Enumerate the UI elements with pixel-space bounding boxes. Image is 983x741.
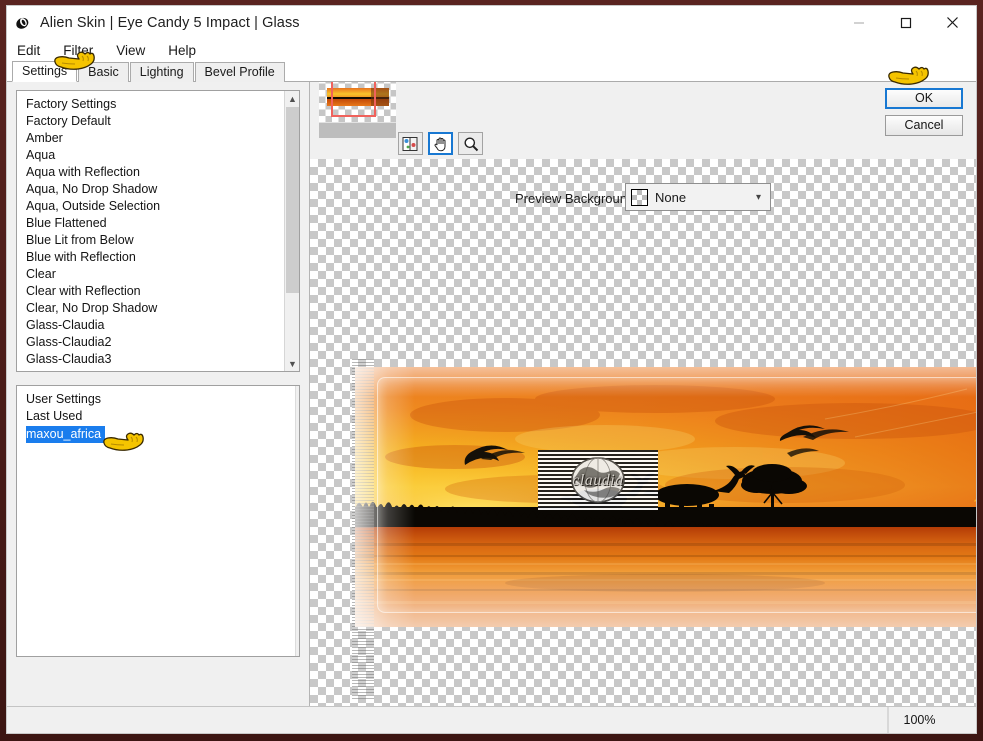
checkerboard-swatch-icon <box>631 188 648 206</box>
user-settings-list: User Settings Last Used maxou_africa <box>17 386 291 656</box>
window-controls <box>835 6 976 39</box>
preview-background-label: Preview Background: <box>515 191 638 206</box>
settings-panel: Factory Settings Factory Default Amber A… <box>7 82 310 733</box>
factory-settings-listbox[interactable]: Factory Settings Factory Default Amber A… <box>16 90 300 372</box>
navigator-viewport-rect[interactable] <box>331 82 376 117</box>
list-item[interactable]: Blue with Reflection <box>17 249 284 266</box>
minimize-icon[interactable] <box>835 6 882 39</box>
alien-skin-logo-icon <box>14 14 32 32</box>
zoom-level-indicator: 100% <box>888 707 950 733</box>
menu-bar: Edit Filter View Help <box>7 39 976 61</box>
list-item[interactable]: Aqua <box>17 147 284 164</box>
user-settings-header: User Settings <box>26 392 102 406</box>
tab-strip: Settings Basic Lighting Bevel Profile <box>7 61 976 82</box>
list-item[interactable]: Glass-Claudia <box>17 317 284 334</box>
user-settings-listbox[interactable]: User Settings Last Used maxou_africa <box>16 385 300 657</box>
window-outer-frame: Alien Skin | Eye Candy 5 Impact | Glass … <box>0 0 983 741</box>
navigator-thumbnail[interactable] <box>319 82 396 138</box>
preview-panel: claudia Preview Background: None ▾ OK Ca… <box>310 82 976 733</box>
list-item[interactable]: Amber <box>17 130 284 147</box>
list-item[interactable]: Clear, No Drop Shadow <box>17 300 284 317</box>
user-list-scrollbar[interactable] <box>295 386 299 656</box>
list-item[interactable]: Blue Flattened <box>17 215 284 232</box>
tab-settings[interactable]: Settings <box>12 61 78 82</box>
zoom-magnifier-icon[interactable] <box>458 132 483 155</box>
list-item[interactable]: Aqua with Reflection <box>17 164 284 181</box>
cancel-button[interactable]: Cancel <box>885 115 963 136</box>
tab-bevel-profile[interactable]: Bevel Profile <box>194 62 285 82</box>
menu-item-view[interactable]: View <box>114 43 155 58</box>
menu-item-edit[interactable]: Edit <box>15 43 50 58</box>
list-item[interactable]: Clear with Reflection <box>17 283 284 300</box>
image-left-stripe-artifact <box>352 359 374 699</box>
status-bar: 100% <box>7 706 976 733</box>
scrollbar-thumb[interactable] <box>286 107 299 293</box>
list-item[interactable]: Glass-Claudia3 <box>17 351 284 368</box>
list-item[interactable]: Aqua, No Drop Shadow <box>17 181 284 198</box>
scroll-down-icon[interactable]: ▼ <box>285 356 299 371</box>
scroll-up-icon[interactable]: ▲ <box>285 91 299 106</box>
window-title: Alien Skin | Eye Candy 5 Impact | Glass <box>40 14 300 31</box>
list-item-selected-row: maxou_africa <box>17 425 291 443</box>
main-body: Factory Settings Factory Default Amber A… <box>7 82 976 733</box>
list-item[interactable]: maxou_africa <box>26 426 106 443</box>
preview-artwork <box>355 367 976 627</box>
preview-canvas[interactable]: claudia <box>310 159 976 733</box>
ok-button[interactable]: OK <box>885 88 963 109</box>
maximize-icon[interactable] <box>882 6 929 39</box>
preview-compare-icon[interactable] <box>398 132 423 155</box>
hand-pan-icon[interactable] <box>428 132 453 155</box>
tab-lighting[interactable]: Lighting <box>129 62 194 82</box>
preview-toolbar: Preview Background: None ▾ OK Cancel <box>310 82 976 211</box>
list-item[interactable]: Last Used <box>17 408 291 425</box>
title-bar: Alien Skin | Eye Candy 5 Impact | Glass <box>7 6 976 39</box>
watermark-text: claudia <box>572 472 624 489</box>
list-item[interactable]: Factory Default <box>17 113 284 130</box>
tab-basic[interactable]: Basic <box>78 62 129 82</box>
close-icon[interactable] <box>929 6 976 39</box>
factory-settings-list: Factory Settings Factory Default Amber A… <box>17 91 284 371</box>
list-item[interactable]: Aqua, Outside Selection <box>17 198 284 215</box>
claudia-watermark: claudia <box>538 450 658 510</box>
preview-background-value: None <box>655 189 687 205</box>
list-item[interactable]: Glass-Claudia2 <box>17 334 284 351</box>
chevron-down-icon[interactable]: ▾ <box>756 192 761 203</box>
list-item[interactable]: Blue Lit from Below <box>17 232 284 249</box>
list-item[interactable]: Clear <box>17 266 284 283</box>
preview-background-select[interactable]: None ▾ <box>625 183 771 211</box>
factory-list-scrollbar[interactable]: ▲ ▼ <box>284 91 299 371</box>
list-item[interactable]: Factory Settings <box>17 96 284 113</box>
status-message-area <box>7 707 888 733</box>
menu-item-filter[interactable]: Filter <box>61 43 103 58</box>
application-window: Alien Skin | Eye Candy 5 Impact | Glass … <box>6 5 977 734</box>
menu-item-help[interactable]: Help <box>166 43 206 58</box>
preview-tool-buttons <box>398 132 483 155</box>
